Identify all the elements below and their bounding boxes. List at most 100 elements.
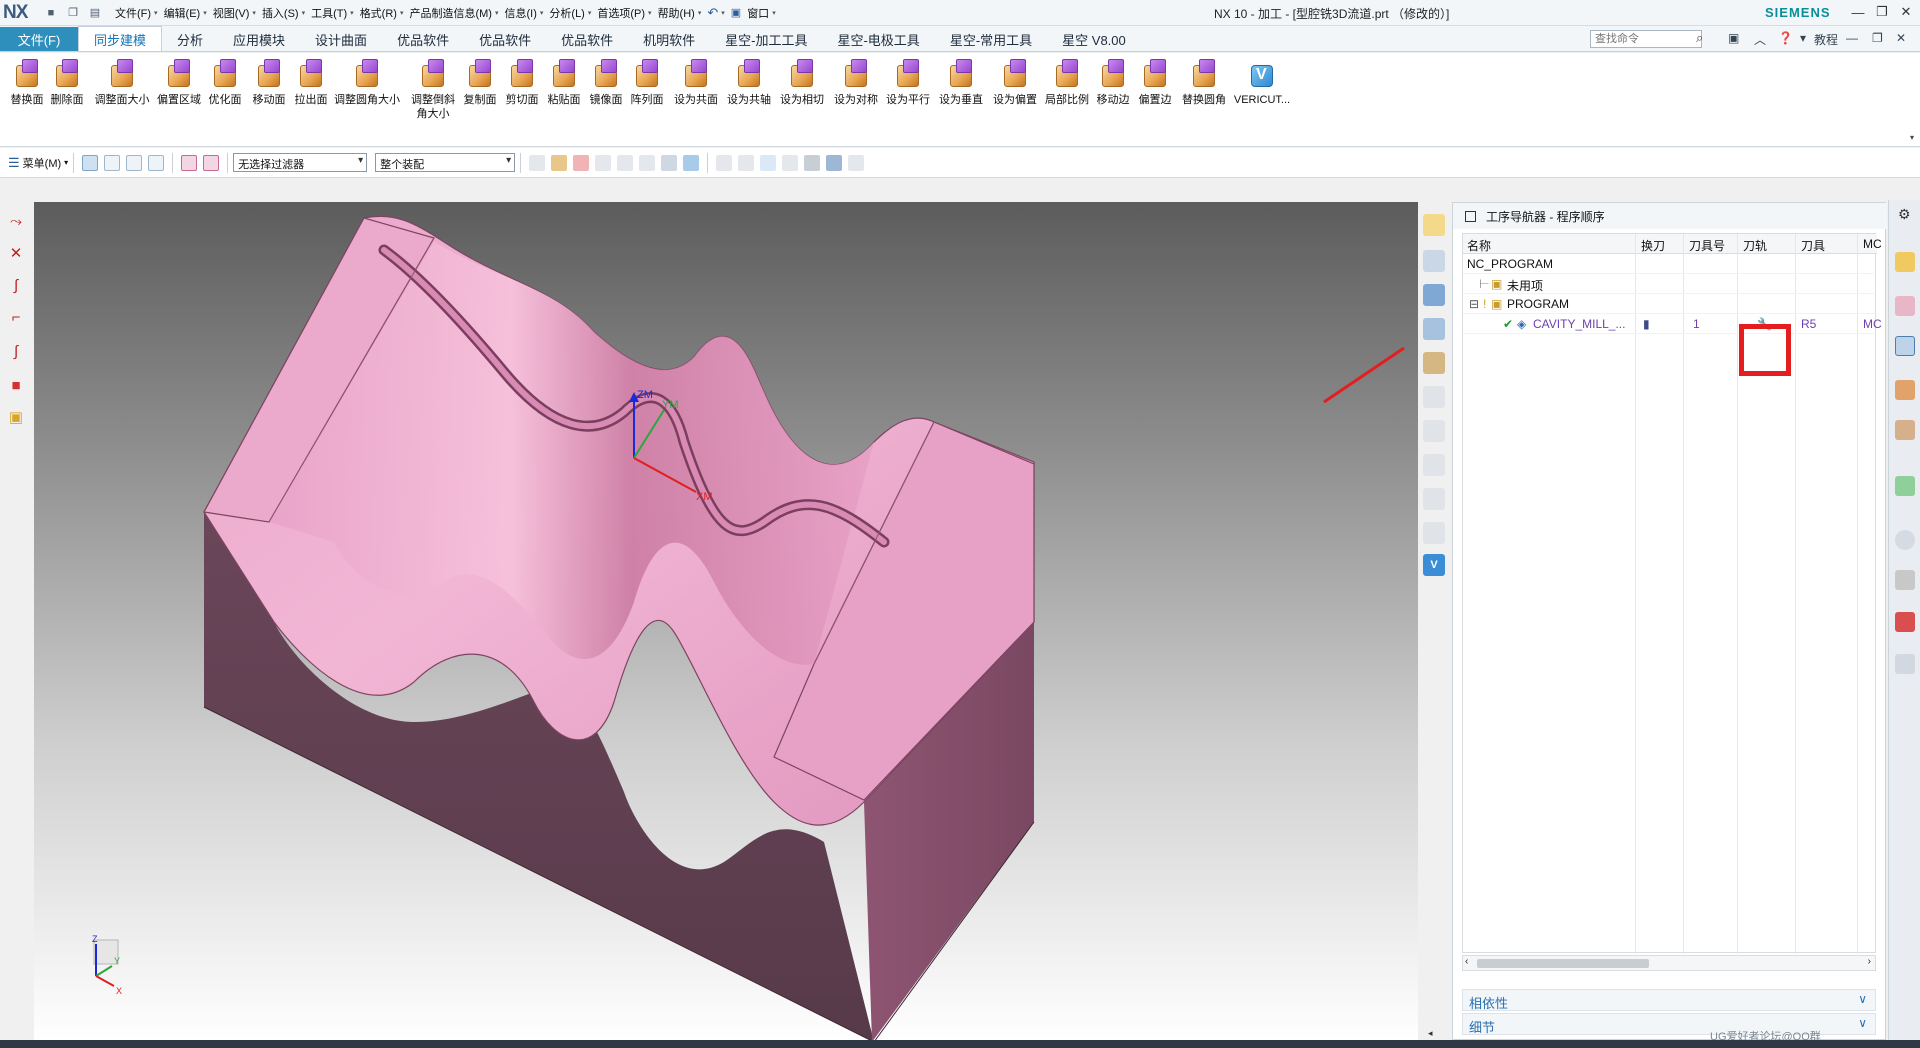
rect-select-icon[interactable] bbox=[639, 154, 656, 171]
menu-edit[interactable]: 编辑(E) bbox=[161, 5, 204, 21]
offset-region-button[interactable]: 偏置区域 bbox=[154, 57, 204, 107]
tab-youpin-1[interactable]: 优品软件 bbox=[382, 27, 464, 51]
fillet-curve-icon[interactable]: ⌐ bbox=[7, 308, 25, 326]
tab-sync-modeling[interactable]: 同步建模 bbox=[78, 26, 163, 51]
col-mc[interactable]: MC bbox=[1863, 237, 1882, 251]
doc-restore-button[interactable]: ❐ bbox=[1872, 31, 1883, 45]
minimize-button[interactable]: — bbox=[1846, 2, 1870, 22]
menu-tools[interactable]: 工具(T) bbox=[308, 5, 350, 21]
layout-icon[interactable] bbox=[782, 154, 799, 171]
resize-chamfer-button[interactable]: 调整倒斜角大小 bbox=[408, 57, 458, 121]
point-snap-icon[interactable] bbox=[573, 154, 590, 171]
close-button[interactable]: ✕ bbox=[1894, 2, 1918, 22]
menu-view[interactable]: 视图(V) bbox=[210, 5, 253, 21]
pattern-face-button[interactable]: 阵列面 bbox=[622, 57, 672, 107]
render-style-icon[interactable] bbox=[804, 154, 821, 171]
copy-icon[interactable]: ❐ bbox=[64, 4, 82, 22]
menu-window[interactable]: 窗口 bbox=[744, 5, 772, 21]
view-cube-icon[interactable] bbox=[661, 154, 678, 171]
menu-info[interactable]: 信息(I) bbox=[502, 5, 540, 21]
process-studio-icon[interactable] bbox=[1895, 612, 1915, 632]
tab-xingkong-v8[interactable]: 星空 V8.00 bbox=[1047, 27, 1141, 51]
method-icon[interactable] bbox=[1423, 318, 1445, 340]
menu-preferences[interactable]: 首选项(P) bbox=[594, 5, 648, 21]
table-row[interactable]: ✔ ◈ CAVITY_MILL_... ▮ 1 🔧 R5 MC bbox=[1463, 314, 1882, 334]
type-filter-select[interactable]: 无选择过滤器 bbox=[233, 153, 368, 172]
tab-application[interactable]: 应用模块 bbox=[218, 27, 300, 51]
chevron-up-icon[interactable]: ︿ bbox=[1754, 31, 1766, 48]
spline-icon[interactable]: ∫ bbox=[7, 276, 25, 294]
ribbon-options-icon[interactable]: ▾ bbox=[1910, 133, 1914, 142]
table-row[interactable]: NC_PROGRAM bbox=[1463, 254, 1877, 274]
reuse-library-icon[interactable] bbox=[1895, 420, 1915, 440]
tab-file[interactable]: 文件(F) bbox=[0, 27, 78, 51]
col-name[interactable]: 名称 bbox=[1467, 237, 1491, 254]
face-rule-icon[interactable] bbox=[617, 154, 634, 171]
menu-help[interactable]: 帮助(H) bbox=[655, 5, 698, 21]
web-browser-icon[interactable] bbox=[1895, 476, 1915, 496]
search-icon[interactable]: ⌕ bbox=[1696, 30, 1703, 46]
edit-section-icon[interactable] bbox=[848, 154, 865, 171]
create-operation-icon[interactable] bbox=[1423, 352, 1445, 374]
make-coplanar-button[interactable]: 设为共面 bbox=[671, 57, 721, 107]
line-icon[interactable]: ✕ bbox=[7, 244, 25, 262]
menu-file[interactable]: 文件(F) bbox=[112, 5, 154, 21]
component-select-icon[interactable] bbox=[126, 154, 143, 171]
vericut-button[interactable]: V VERICUT... bbox=[1233, 57, 1291, 107]
doc-minimize-button[interactable]: — bbox=[1846, 31, 1858, 45]
feature-select-icon[interactable] bbox=[148, 154, 165, 171]
delete-face-button[interactable]: 删除面 bbox=[42, 57, 92, 107]
undo-icon[interactable]: ↶ bbox=[704, 5, 721, 21]
command-search-input[interactable] bbox=[1590, 30, 1702, 48]
curve-icon[interactable]: ⤳ bbox=[7, 212, 25, 230]
tab-xingkong-electrode[interactable]: 星空-电极工具 bbox=[822, 27, 934, 51]
optimize-face-button[interactable]: 优化面 bbox=[200, 57, 250, 107]
navigator-pin-icon[interactable] bbox=[1465, 210, 1476, 222]
history-icon[interactable] bbox=[1895, 530, 1915, 550]
gear-filter-icon[interactable] bbox=[529, 154, 546, 171]
verify-path-icon[interactable] bbox=[1423, 454, 1445, 476]
col-tool-change[interactable]: 换刀 bbox=[1641, 237, 1665, 254]
fit-icon[interactable] bbox=[716, 154, 733, 171]
shop-doc-icon[interactable] bbox=[1423, 522, 1445, 544]
tab-jiming[interactable]: 机明软件 bbox=[628, 27, 710, 51]
dependencies-panel[interactable]: 相依性 ∨ bbox=[1462, 989, 1876, 1011]
make-coaxial-button[interactable]: 设为共轴 bbox=[724, 57, 774, 107]
col-tool-number[interactable]: 刀具号 bbox=[1689, 237, 1725, 254]
restore-button[interactable]: ❐ bbox=[1870, 2, 1894, 22]
generate-path-icon[interactable] bbox=[1423, 386, 1445, 408]
help-dropdown-icon[interactable]: ▾ bbox=[1800, 31, 1806, 45]
assembly-select-icon[interactable] bbox=[104, 154, 121, 171]
menu-insert[interactable]: 插入(S) bbox=[259, 5, 302, 21]
collapse-icon[interactable]: ⊟ bbox=[1469, 297, 1479, 311]
col-tool[interactable]: 刀具 bbox=[1801, 237, 1825, 254]
resize-blend-button[interactable]: 调整圆角大小 bbox=[334, 57, 400, 107]
pull-face-button[interactable]: 拉出面 bbox=[286, 57, 336, 107]
menu-button[interactable]: ☰ 菜单(M) ▾ bbox=[8, 155, 68, 171]
tab-analysis[interactable]: 分析 bbox=[162, 27, 218, 51]
helix-icon[interactable]: ∫ bbox=[7, 342, 25, 360]
block-icon[interactable]: ■ bbox=[7, 376, 25, 394]
scroll-thumb[interactable] bbox=[1477, 959, 1649, 968]
tab-design-surface[interactable]: 设计曲面 bbox=[300, 27, 382, 51]
doc-close-button[interactable]: ✕ bbox=[1896, 31, 1906, 45]
orient-view-icon[interactable] bbox=[826, 154, 843, 171]
shaded-icon[interactable] bbox=[683, 154, 700, 171]
snap-icon[interactable] bbox=[181, 154, 198, 171]
assembly-nav-icon[interactable] bbox=[1895, 336, 1915, 356]
machine-tool-icon[interactable] bbox=[1423, 250, 1445, 272]
box-icon[interactable]: ▣ bbox=[7, 408, 25, 426]
replay-path-icon[interactable] bbox=[1423, 420, 1445, 442]
part-nav-icon[interactable] bbox=[1895, 380, 1915, 400]
make-parallel-button[interactable]: 设为平行 bbox=[883, 57, 933, 107]
tab-youpin-3[interactable]: 优品软件 bbox=[546, 27, 628, 51]
roles-icon[interactable] bbox=[1895, 654, 1915, 674]
local-scale-button[interactable]: 局部比例 bbox=[1042, 57, 1092, 107]
system-materials-icon[interactable] bbox=[1895, 570, 1915, 590]
scroll-left-icon[interactable]: ◂ bbox=[1428, 1028, 1433, 1039]
resize-face-button[interactable]: 调整面大小 bbox=[95, 57, 150, 107]
scroll-left-arrow[interactable]: ‹ bbox=[1465, 956, 1468, 967]
postprocess-icon[interactable] bbox=[1423, 488, 1445, 510]
make-tangent-button[interactable]: 设为相切 bbox=[777, 57, 827, 107]
machine-nav-icon[interactable] bbox=[1895, 296, 1915, 316]
